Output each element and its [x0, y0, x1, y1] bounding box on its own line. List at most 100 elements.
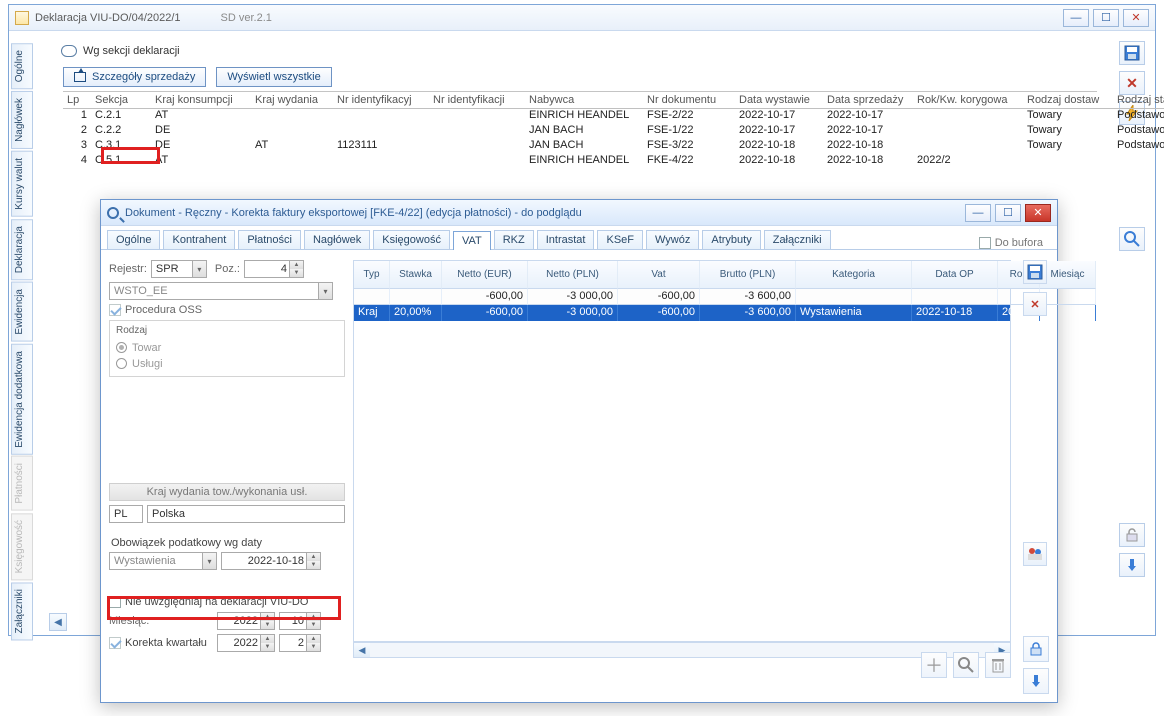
modal-save-icon[interactable]: [1023, 260, 1047, 284]
tab-platnosci[interactable]: Płatności: [238, 230, 301, 249]
wsto-combo[interactable]: WSTO_EE▾: [109, 282, 333, 300]
poz-label: Poz.:: [215, 263, 240, 275]
magnifier-icon[interactable]: [1119, 227, 1145, 251]
section-title: Wg sekcji deklaracji: [83, 45, 180, 57]
table-row[interactable]: 2C.2.2DEJAN BACHFSE-1/222022-10-172022-1…: [63, 124, 1097, 139]
do-bufora-label: Do bufora: [995, 237, 1043, 249]
sidetab-ewidencja[interactable]: Ewidencja: [11, 282, 33, 342]
korekta-q-input[interactable]: 2▲▼: [279, 634, 321, 652]
tab-kontrahent[interactable]: Kontrahent: [163, 230, 235, 249]
poz-input[interactable]: 4▲▼: [244, 260, 304, 278]
sidetab-ewidencja-dod[interactable]: Ewidencja dodatkowa: [11, 344, 33, 455]
sidetab-ogolne[interactable]: Ogólne: [11, 43, 33, 89]
radio-towar-label: Towar: [132, 342, 161, 354]
modal-footer-icons: ＋: [921, 636, 1049, 694]
pin-icon[interactable]: [1119, 553, 1145, 577]
radio-uslugi[interactable]: [116, 358, 127, 369]
modal-close-button[interactable]: ✕: [1025, 204, 1051, 222]
ob-podatk-label: Obowiązek podatkowy wg daty: [111, 537, 345, 549]
oss-label: Procedura OSS: [125, 304, 202, 316]
do-bufora-checkbox[interactable]: [979, 237, 991, 249]
oss-checkbox[interactable]: [109, 304, 121, 316]
show-all-button-label: Wyświetl wszystkie: [227, 71, 320, 83]
document-icon: [15, 11, 29, 25]
modal-tabs: Ogólne Kontrahent Płatności Nagłówek Ksi…: [101, 226, 1057, 250]
modal-title: Dokument - Ręczny - Korekta faktury eksp…: [125, 207, 582, 219]
vat-grid-filter: -600,00-3 000,00-600,00-3 600,00: [354, 289, 1010, 305]
outer-title: Deklaracja VIU-DO/04/2022/1: [35, 12, 181, 24]
table-row[interactable]: 4C.5.1ATEINRICH HEANDELFKE-4/222022-10-1…: [63, 154, 1097, 169]
highlight-korekta-kwartalu: [107, 596, 341, 620]
kraj-code-combo[interactable]: PL: [109, 505, 143, 523]
table-row[interactable]: 3C.3.1DEAT1123111JAN BACHFSE-3/222022-10…: [63, 139, 1097, 154]
vat-grid-row-selected[interactable]: Kraj20,00%-600,00-3 000,00-600,00-3 600,…: [354, 305, 1010, 321]
pin-icon[interactable]: [1023, 668, 1049, 694]
side-tabs: Ogólne Nagłówek Kursy walut Deklaracja E…: [11, 43, 33, 641]
grid-hscroll[interactable]: ◀ ▶: [353, 642, 1011, 658]
modal-right-icons: ✕: [1023, 260, 1049, 566]
korekta-label: Korekta kwartału: [125, 637, 213, 649]
save-icon[interactable]: [1119, 41, 1145, 65]
table-row[interactable]: 1C.2.1ATEINRICH HEANDELFSE-2/222022-10-1…: [63, 109, 1097, 124]
kraj-header: Kraj wydania tow./wykonania usł.: [109, 483, 345, 501]
rodzaj-title: Rodzaj: [116, 325, 338, 336]
modal-cancel-icon[interactable]: ✕: [1023, 292, 1047, 316]
upload-icon: [74, 72, 86, 82]
sidetab-ksiegowosc[interactable]: Księgowość: [11, 513, 33, 580]
korekta-checkbox[interactable]: [109, 637, 121, 649]
maximize-button[interactable]: ☐: [1093, 9, 1119, 27]
radio-uslugi-label: Usługi: [132, 358, 163, 370]
rejestr-label: Rejestr:: [109, 263, 147, 275]
delete-icon[interactable]: [985, 652, 1011, 678]
add-icon[interactable]: ＋: [921, 652, 947, 678]
details-button[interactable]: Szczegóły sprzedaży: [63, 67, 206, 87]
tab-ksiegowosc[interactable]: Księgowość: [373, 230, 450, 249]
sidetab-kursy[interactable]: Kursy walut: [11, 151, 33, 217]
scroll-left-icon[interactable]: ◀: [354, 643, 370, 657]
tab-intrastat[interactable]: Intrastat: [537, 230, 595, 249]
outer-titlebar: Deklaracja VIU-DO/04/2022/1 SD ver.2.1 —…: [9, 5, 1155, 31]
tab-ogolne[interactable]: Ogólne: [107, 230, 160, 249]
sidetab-deklaracja[interactable]: Deklaracja: [11, 219, 33, 280]
korekta-rok-input[interactable]: 2022▲▼: [217, 634, 275, 652]
tab-naglowek[interactable]: Nagłówek: [304, 230, 370, 249]
sidetab-platnosci[interactable]: Płatności: [11, 456, 33, 511]
show-all-button[interactable]: Wyświetl wszystkie: [216, 67, 331, 87]
section-header: Wg sekcji deklaracji: [49, 37, 1111, 67]
people-icon[interactable]: [1023, 542, 1047, 566]
outer-table: LpSekcjaKraj konsumpcjiKraj wydaniaNr id…: [63, 91, 1097, 169]
modal-minimize-button[interactable]: —: [965, 204, 991, 222]
eye-icon: [61, 45, 77, 57]
unlock-icon[interactable]: [1119, 523, 1145, 547]
ob-combo[interactable]: Wystawienia▾: [109, 552, 217, 570]
tab-wywoz[interactable]: Wywóz: [646, 230, 699, 249]
minimize-button[interactable]: —: [1063, 9, 1089, 27]
modal-maximize-button[interactable]: ☐: [995, 204, 1021, 222]
zoom-icon[interactable]: [953, 652, 979, 678]
vat-grid: TypStawkaNetto (EUR)Netto (PLN)VatBrutto…: [353, 260, 1011, 642]
rejestr-combo[interactable]: SPR▾: [151, 260, 207, 278]
rodzaj-group: Rodzaj Towar Usługi: [109, 320, 345, 377]
highlight-sekcja-c51: [101, 147, 160, 164]
do-bufora-wrapper: Do bufora: [979, 237, 1051, 249]
scroll-left-button[interactable]: ◀: [49, 613, 67, 631]
kraj-name-combo[interactable]: Polska: [147, 505, 345, 523]
tab-vat[interactable]: VAT: [453, 231, 491, 250]
outer-subtitle: SD ver.2.1: [221, 12, 272, 24]
lock-icon[interactable]: [1023, 636, 1049, 662]
tab-atrybuty[interactable]: Atrybuty: [702, 230, 760, 249]
tab-ksef[interactable]: KSeF: [597, 230, 643, 249]
close-button[interactable]: ✕: [1123, 9, 1149, 27]
outer-table-header: LpSekcjaKraj konsumpcjiKraj wydaniaNr id…: [63, 92, 1097, 109]
magnifier-icon: [107, 207, 119, 219]
document-modal: Dokument - Ręczny - Korekta faktury eksp…: [100, 199, 1058, 703]
tab-zalaczniki[interactable]: Załączniki: [764, 230, 831, 249]
details-button-label: Szczegóły sprzedaży: [92, 71, 195, 83]
radio-towar[interactable]: [116, 342, 127, 353]
sidetab-zalaczniki[interactable]: Załączniki: [11, 582, 33, 640]
vat-grid-header: TypStawkaNetto (EUR)Netto (PLN)VatBrutto…: [354, 261, 1010, 289]
modal-titlebar: Dokument - Ręczny - Korekta faktury eksp…: [101, 200, 1057, 226]
tab-rkz[interactable]: RKZ: [494, 230, 534, 249]
ob-date-input[interactable]: 2022-10-18▲▼: [221, 552, 321, 570]
sidetab-naglowek[interactable]: Nagłówek: [11, 91, 33, 149]
